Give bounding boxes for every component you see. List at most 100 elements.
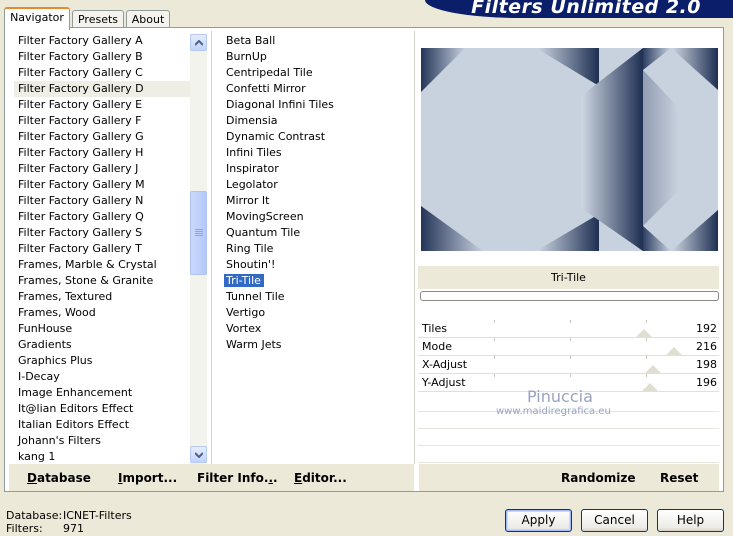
navigator-button-bar: Database Import... Filter Info... Editor… — [9, 464, 414, 491]
category-item[interactable]: kang 1 — [14, 449, 190, 465]
category-item[interactable]: Filter Factory Gallery B — [14, 49, 190, 65]
item-label: MovingScreen — [226, 210, 304, 223]
filter-info-button[interactable]: Filter Info... — [197, 471, 278, 485]
category-item[interactable]: Filter Factory Gallery S — [14, 225, 190, 241]
item-label: Diagonal Infini Tiles — [226, 98, 334, 111]
import-button[interactable]: Import... — [118, 471, 177, 485]
item-label: Infini Tiles — [226, 146, 282, 159]
slider-thumb[interactable] — [666, 347, 682, 355]
category-scrollbar[interactable] — [190, 34, 207, 464]
category-item[interactable]: Italian Editors Effect — [14, 417, 190, 433]
item-label: Mirror It — [226, 194, 270, 207]
item-label: Filter Factory Gallery C — [18, 66, 143, 79]
item-label: Frames, Marble & Crystal — [18, 258, 157, 271]
filter-item[interactable]: Vertigo — [222, 305, 402, 321]
apply-button[interactable]: Apply — [505, 509, 572, 532]
category-item[interactable]: Graphics Plus — [14, 353, 190, 369]
filter-item[interactable]: Warm Jets — [222, 337, 402, 353]
scroll-thumb[interactable] — [190, 191, 207, 275]
parameter-slider[interactable]: X-Adjust 198 — [418, 356, 719, 374]
filter-item[interactable]: Tri-Tile — [222, 273, 402, 289]
parameter-sliders: Tiles 192 Mode 216 X-Adjust 198 Y-Adjust 196 — [418, 320, 719, 392]
filter-item[interactable]: Inspirator — [222, 161, 402, 177]
chevron-up-icon — [195, 40, 203, 46]
category-item[interactable]: Filter Factory Gallery M — [14, 177, 190, 193]
filter-item[interactable]: Infini Tiles — [222, 145, 402, 161]
category-item[interactable]: Frames, Wood — [14, 305, 190, 321]
scroll-down-button[interactable] — [190, 446, 207, 463]
item-label: Filter Factory Gallery J — [18, 162, 139, 175]
item-label: Gradients — [18, 338, 72, 351]
parameter-name: Tiles — [422, 322, 447, 335]
filter-item[interactable]: Tunnel Tile — [222, 289, 402, 305]
filter-item[interactable]: Centripedal Tile — [222, 65, 402, 81]
item-label: Filter Factory Gallery M — [18, 178, 145, 191]
slider-thumb[interactable] — [642, 383, 658, 391]
parameter-slider[interactable]: Mode 216 — [418, 338, 719, 356]
category-item[interactable]: I-Decay — [14, 369, 190, 385]
editor-button[interactable]: Editor... — [294, 471, 347, 485]
category-item[interactable]: Filter Factory Gallery C — [14, 65, 190, 81]
category-item[interactable]: Filter Factory Gallery D — [14, 81, 190, 97]
parameter-value: 198 — [696, 358, 717, 371]
category-item[interactable]: Frames, Stone & Granite — [14, 273, 190, 289]
category-item[interactable]: Filter Factory Gallery F — [14, 113, 190, 129]
tab-navigator[interactable]: Navigator — [4, 7, 70, 30]
category-item[interactable]: Frames, Marble & Crystal — [14, 257, 190, 273]
filter-item[interactable]: Vortex — [222, 321, 402, 337]
status-filters-value: 971 — [63, 522, 84, 535]
filter-item[interactable]: Legolator — [222, 177, 402, 193]
progress-bar — [420, 291, 719, 301]
category-item[interactable]: Johann's Filters — [14, 433, 190, 449]
category-item[interactable]: Filter Factory Gallery N — [14, 193, 190, 209]
item-label: Filter Factory Gallery D — [18, 82, 144, 95]
filter-item[interactable]: Ring Tile — [222, 241, 402, 257]
category-item[interactable]: Filter Factory Gallery J — [14, 161, 190, 177]
category-item[interactable]: Filter Factory Gallery G — [14, 129, 190, 145]
filter-list[interactable]: Beta Ball BurnUp Centripedal Tile Confetti … — [222, 33, 402, 353]
filter-item[interactable]: Beta Ball — [222, 33, 402, 49]
category-item[interactable]: Filter Factory Gallery H — [14, 145, 190, 161]
category-item[interactable]: It@lian Editors Effect — [14, 401, 190, 417]
item-label: Centripedal Tile — [226, 66, 313, 79]
title-banner: Filters Unlimited 2.0 — [425, 0, 733, 18]
filter-item[interactable]: Dynamic Contrast — [222, 129, 402, 145]
filter-item[interactable]: Confetti Mirror — [222, 81, 402, 97]
item-label: Frames, Stone & Granite — [18, 274, 154, 287]
category-item[interactable]: Gradients — [14, 337, 190, 353]
filter-item[interactable]: MovingScreen — [222, 209, 402, 225]
category-item[interactable]: Filter Factory Gallery T — [14, 241, 190, 257]
slider-thumb[interactable] — [645, 365, 661, 373]
filter-item[interactable]: BurnUp — [222, 49, 402, 65]
preview-button-bar: Randomize Reset — [419, 464, 719, 491]
item-label: kang 1 — [18, 450, 56, 463]
item-label: Ring Tile — [226, 242, 274, 255]
category-item[interactable]: FunHouse — [14, 321, 190, 337]
cancel-button[interactable]: Cancel — [581, 509, 648, 532]
database-button[interactable]: Database — [27, 471, 91, 485]
category-list[interactable]: Filter Factory Gallery A Filter Factory G… — [14, 33, 190, 465]
filter-item[interactable]: Shoutin'! — [222, 257, 402, 273]
category-item[interactable]: Image Enhancement — [14, 385, 190, 401]
filter-item[interactable]: Dimensia — [222, 113, 402, 129]
reset-button[interactable]: Reset — [660, 471, 698, 485]
randomize-button[interactable]: Randomize — [561, 471, 635, 485]
help-button[interactable]: Help — [657, 509, 724, 532]
filter-item[interactable]: Mirror It — [222, 193, 402, 209]
scroll-up-button[interactable] — [190, 34, 207, 51]
filter-preview-image — [421, 48, 718, 251]
category-item[interactable]: Filter Factory Gallery E — [14, 97, 190, 113]
category-item[interactable]: Filter Factory Gallery Q — [14, 209, 190, 225]
slider-thumb[interactable] — [636, 329, 652, 337]
item-label: Vertigo — [226, 306, 266, 319]
category-item[interactable]: Filter Factory Gallery A — [14, 33, 190, 49]
list-divider — [211, 31, 212, 464]
banner-title: Filters Unlimited 2.0 — [471, 0, 701, 18]
parameter-slider[interactable]: Tiles 192 — [418, 320, 719, 338]
filter-item[interactable]: Quantum Tile — [222, 225, 402, 241]
category-item[interactable]: Frames, Textured — [14, 289, 190, 305]
item-label: Filter Factory Gallery S — [18, 226, 143, 239]
item-label: Italian Editors Effect — [18, 418, 130, 431]
filter-item[interactable]: Diagonal Infini Tiles — [222, 97, 402, 113]
preview-divider — [414, 31, 415, 464]
